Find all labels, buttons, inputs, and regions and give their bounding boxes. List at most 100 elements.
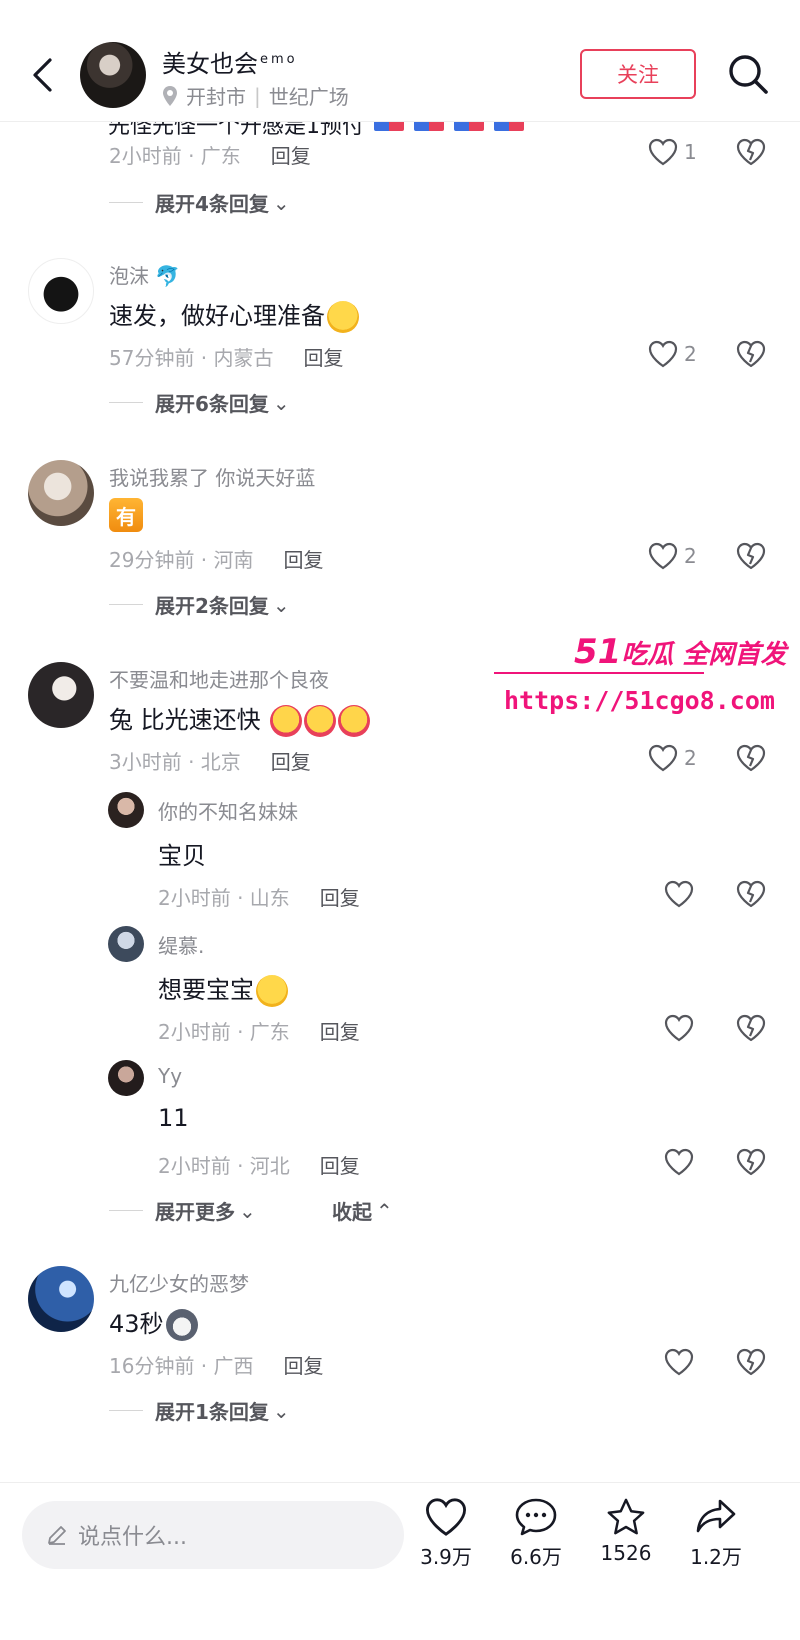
pencil-icon [48,1526,66,1545]
avatar[interactable] [28,662,94,728]
back-icon[interactable] [26,50,58,100]
dislike-button[interactable] [736,542,766,574]
author-location[interactable]: 开封市 | 世纪广场 [162,81,349,110]
comment-meta: 16分钟前 · 广西 回复 [109,1350,324,1379]
expand-replies[interactable]: 展开2条回复 ⌄ [109,590,290,619]
flag-emoji-icon [374,122,404,131]
reply-author[interactable]: 你的不知名妹妹 [158,796,298,825]
comment-author[interactable]: 九亿少女的恶梦 [109,1268,249,1297]
search-icon[interactable] [726,52,770,96]
dislike-button[interactable] [736,340,766,372]
avatar[interactable] [108,926,144,962]
like-count: 2 [684,746,697,770]
broken-heart-icon [736,542,766,570]
comment-text: 兔 比光速还快 [109,700,371,737]
comment-time-location: 29分钟前 · 河南 [109,548,254,572]
comment-author[interactable]: 不要温和地走进那个良夜 [109,664,329,693]
author-avatar[interactable] [80,42,146,108]
reply-button[interactable]: 回复 [320,1016,360,1045]
reply-text: 想要宝宝 [158,970,288,1007]
comment-text: 有 [109,498,143,532]
like-button[interactable]: 2 [648,340,697,368]
location-pin-icon [163,85,177,106]
favorite-action-button[interactable]: 1526 [586,1497,666,1565]
cut-comment-text: 先怪先怪一个开感是1预付 [108,122,524,140]
comment-author[interactable]: 泡沫 🐬 [109,260,180,289]
comment-text-label: 43秒 [109,1310,164,1338]
expand-replies[interactable]: 展开6条回复 ⌄ [109,388,290,417]
like-button[interactable] [664,1148,694,1180]
like-button[interactable] [664,1348,694,1376]
reply-button[interactable]: 回复 [271,140,311,169]
watermark-brand-text: 吃瓜 全网首发 [621,640,787,670]
collapse-replies[interactable]: 收起 ⌃ [332,1196,393,1225]
dislike-button[interactable] [736,138,766,170]
chevron-down-icon: ⌄ [272,1398,290,1423]
header: 美女也会 emo 开封市 | 世纪广场 关注 [0,0,800,122]
reply-author[interactable]: 缇慕. [158,930,204,959]
avatar[interactable] [108,792,144,828]
avatar[interactable] [28,258,94,324]
author-name[interactable]: 美女也会 emo [162,44,298,79]
expand-replies[interactable]: 展开1条回复 ⌄ [109,1396,290,1425]
expand-divider [109,604,143,605]
chevron-down-icon: ⌄ [239,1198,256,1223]
like-total: 3.9万 [420,1545,472,1569]
reply-button[interactable]: 回复 [304,342,344,371]
watermark-divider [494,672,704,674]
reply-meta: 2小时前 · 山东 回复 [158,882,360,911]
dolphin-emoji-icon: 🐬 [155,264,181,288]
favorite-total: 1526 [600,1541,652,1565]
dislike-button[interactable] [736,880,766,912]
reply-text-label: 想要宝宝 [158,976,254,1004]
expand-more-replies[interactable]: 展开更多 ⌄ [109,1196,256,1225]
reply-time-location: 2小时前 · 广东 [158,1020,290,1044]
expand-label: 展开6条回复 [155,392,269,416]
dislike-button[interactable] [736,744,766,776]
location-city: 开封市 [186,85,246,109]
heart-eyes-emoji-icon [270,705,303,737]
like-action-button[interactable]: 3.9万 [406,1497,486,1570]
expand-more-label: 展开更多 [155,1200,235,1224]
chevron-down-icon: ⌄ [272,390,290,415]
like-button[interactable] [664,1014,694,1046]
like-count: 2 [684,342,697,366]
flag-emoji-icon [414,122,444,131]
star-icon [607,1498,645,1535]
avatar[interactable] [108,1060,144,1096]
comment-list[interactable]: 先怪先怪一个开感是1预付 2小时前 · 广东 回复 1 展开4条回复 ⌄ 泡沫 … [0,122,800,1482]
heart-icon [648,138,678,166]
comment-meta: 29分钟前 · 河南 回复 [109,544,324,573]
reply-button[interactable]: 回复 [320,882,360,911]
reply-button[interactable]: 回复 [284,1350,324,1379]
heart-icon [648,340,678,368]
chevron-down-icon: ⌄ [272,592,290,617]
share-action-button[interactable]: 1.2万 [676,1497,756,1570]
reply-button[interactable]: 回复 [284,544,324,573]
expand-replies[interactable]: 展开4条回复 ⌄ [109,188,290,217]
like-button[interactable] [664,880,694,912]
expand-divider [109,1410,143,1411]
comment-time-location: 2小时前 · 广东 [109,144,241,168]
comment-input[interactable]: 说点什么... [22,1501,404,1569]
heart-icon [648,542,678,570]
broken-heart-icon [736,1148,766,1176]
expand-divider [109,202,143,203]
dislike-button[interactable] [736,1148,766,1180]
comment-author[interactable]: 我说我累了 你说天好蓝 [109,462,315,491]
reply-meta: 2小时前 · 广东 回复 [158,1016,360,1045]
reply-button[interactable]: 回复 [271,746,311,775]
avatar[interactable] [28,460,94,526]
dislike-button[interactable] [736,1014,766,1046]
broken-heart-icon [736,340,766,368]
avatar[interactable] [28,1266,94,1332]
comment-meta: 57分钟前 · 内蒙古 回复 [109,342,344,371]
like-button[interactable]: 1 [648,138,697,166]
like-button[interactable]: 2 [648,744,697,772]
reply-button[interactable]: 回复 [320,1150,360,1179]
dislike-button[interactable] [736,1348,766,1380]
like-button[interactable]: 2 [648,542,697,570]
follow-button[interactable]: 关注 [580,49,696,99]
comment-action-button[interactable]: 6.6万 [496,1497,576,1570]
reply-author[interactable]: Yy [158,1064,182,1088]
